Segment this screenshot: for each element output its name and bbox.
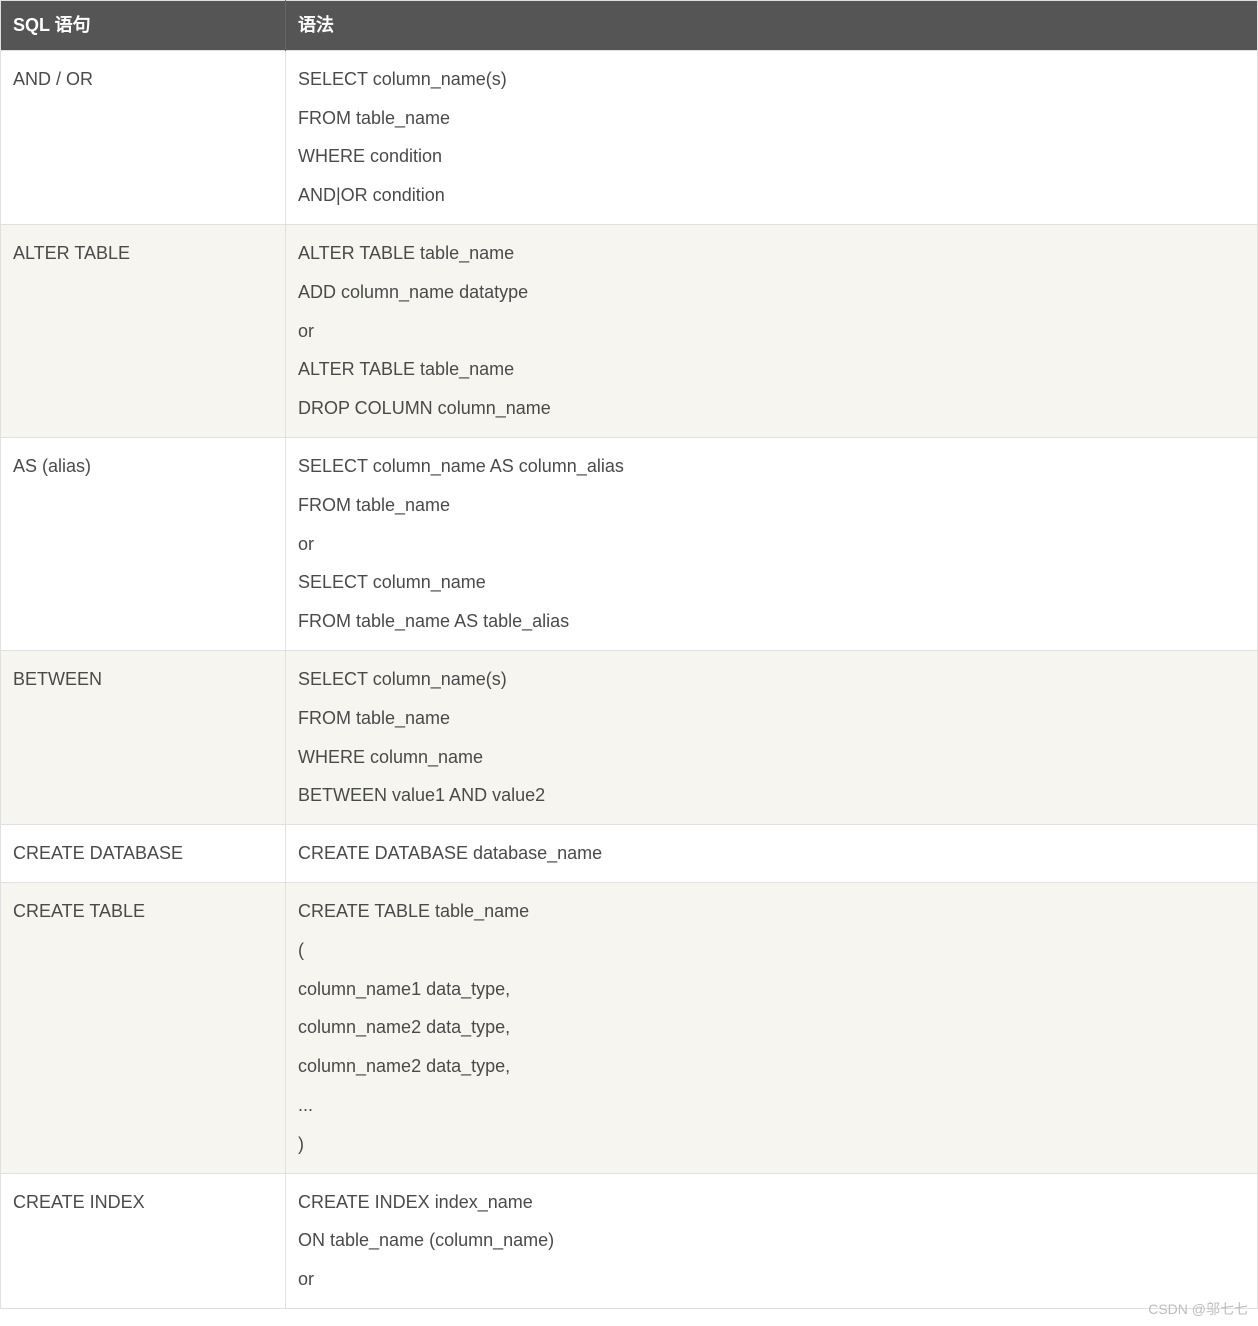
- syntax-cell: CREATE INDEX index_name ON table_name (co…: [286, 1173, 1258, 1308]
- table-row: AS (alias)SELECT column_name AS column_a…: [1, 437, 1258, 650]
- syntax-cell: SELECT column_name(s) FROM table_name WHER…: [286, 650, 1258, 824]
- table-row: ALTER TABLE ALTER TABLE table_name ADD col…: [1, 224, 1258, 437]
- statement-cell: CREATE DATABASE: [1, 825, 286, 883]
- syntax-line: ON table_name (column_name): [298, 1226, 1245, 1255]
- syntax-line: WHERE condition: [298, 142, 1245, 171]
- table-row: BETWEEN SELECT column_name(s) FROM table_n…: [1, 650, 1258, 824]
- syntax-line: SELECT column_name: [298, 568, 1245, 597]
- syntax-line: CREATE TABLE table_name: [298, 897, 1245, 926]
- statement-cell: CREATE TABLE: [1, 882, 286, 1173]
- statement-cell: CREATE INDEX: [1, 1173, 286, 1308]
- syntax-line: CREATE INDEX index_name: [298, 1188, 1245, 1217]
- syntax-line: WHERE column_name: [298, 743, 1245, 772]
- syntax-line: FROM table_name: [298, 491, 1245, 520]
- table-row: CREATE INDEX CREATE INDEX index_name ON ta…: [1, 1173, 1258, 1308]
- syntax-cell: CREATE TABLE table_name ( column_name1 dat…: [286, 882, 1258, 1173]
- syntax-line: FROM table_name AS table_alias: [298, 607, 1245, 636]
- sql-reference-table: SQL 语句 语法 AND / OR SELECT column_name(s) F…: [0, 0, 1258, 1309]
- syntax-line: ALTER TABLE table_name: [298, 239, 1245, 268]
- syntax-line: (: [298, 936, 1245, 965]
- syntax-line: ALTER TABLE table_name: [298, 355, 1245, 384]
- syntax-cell: SELECT column_name AS column_alias FROM t…: [286, 437, 1258, 650]
- syntax-line: ): [298, 1130, 1245, 1159]
- header-syntax: 语法: [286, 1, 1258, 51]
- syntax-cell: ALTER TABLE table_name ADD column_name da…: [286, 224, 1258, 437]
- syntax-line: or: [298, 317, 1245, 346]
- table-row: AND / OR SELECT column_name(s) FROM table_…: [1, 50, 1258, 224]
- syntax-line: column_name2 data_type,: [298, 1052, 1245, 1081]
- syntax-line: SELECT column_name(s): [298, 65, 1245, 94]
- syntax-cell: CREATE DATABASE database_name: [286, 825, 1258, 883]
- syntax-line: CREATE DATABASE database_name: [298, 839, 1245, 868]
- syntax-line: FROM table_name: [298, 104, 1245, 133]
- table-body: AND / OR SELECT column_name(s) FROM table_…: [1, 50, 1258, 1308]
- syntax-line: AND|OR condition: [298, 181, 1245, 210]
- statement-cell: AND / OR: [1, 50, 286, 224]
- syntax-line: DROP COLUMN column_name: [298, 394, 1245, 423]
- syntax-line: column_name1 data_type,: [298, 975, 1245, 1004]
- syntax-line: ...: [298, 1091, 1245, 1120]
- header-statement: SQL 语句: [1, 1, 286, 51]
- sql-reference-table-container: SQL 语句 语法 AND / OR SELECT column_name(s) F…: [0, 0, 1258, 1309]
- syntax-line: SELECT column_name(s): [298, 665, 1245, 694]
- statement-cell: ALTER TABLE: [1, 224, 286, 437]
- statement-cell: BETWEEN: [1, 650, 286, 824]
- table-row: CREATE TABLE CREATE TABLE table_name ( colu…: [1, 882, 1258, 1173]
- syntax-line: or: [298, 1265, 1245, 1294]
- table-header-row: SQL 语句 语法: [1, 1, 1258, 51]
- syntax-cell: SELECT column_name(s) FROM table_name WHER…: [286, 50, 1258, 224]
- statement-cell: AS (alias): [1, 437, 286, 650]
- table-row: CREATE DATABASE CREATE DATABASE database_…: [1, 825, 1258, 883]
- syntax-line: column_name2 data_type,: [298, 1013, 1245, 1042]
- syntax-line: BETWEEN value1 AND value2: [298, 781, 1245, 810]
- syntax-line: SELECT column_name AS column_alias: [298, 452, 1245, 481]
- syntax-line: or: [298, 530, 1245, 559]
- syntax-line: ADD column_name datatype: [298, 278, 1245, 307]
- syntax-line: FROM table_name: [298, 704, 1245, 733]
